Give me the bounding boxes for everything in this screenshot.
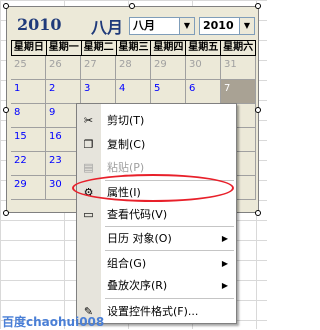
month-select-value: 八月	[133, 19, 155, 32]
chevron-down-icon[interactable]: ▼	[239, 18, 254, 34]
menu-item-label: 查看代码(V)	[107, 208, 168, 221]
weekday-header: 星期一	[47, 41, 82, 55]
calendar-day[interactable]: 25	[11, 56, 46, 80]
menu-item-label: 组合(G)	[107, 257, 147, 270]
calendar-day[interactable]: 4	[116, 80, 151, 104]
submenu-arrow-icon: ▶	[221, 234, 228, 243]
highlight-oval	[72, 174, 234, 202]
resize-handle[interactable]	[255, 210, 261, 216]
weekday-header: 星期二	[82, 41, 117, 55]
menu-item-cut[interactable]: ✂ 剪切(T)	[77, 111, 236, 131]
menu-item-label: 剪切(T)	[107, 114, 145, 127]
calendar-day[interactable]: 8	[11, 104, 46, 128]
calendar-day[interactable]: 15	[11, 128, 46, 152]
paste-icon: ▤	[83, 161, 94, 174]
resize-handle[interactable]	[255, 3, 261, 9]
calendar-day[interactable]: 2	[46, 80, 81, 104]
chevron-down-icon[interactable]: ▼	[179, 18, 194, 34]
watermark-text: 百度chaohui008	[2, 315, 105, 329]
calendar-day[interactable]: 3	[81, 80, 116, 104]
calendar-day[interactable]: 30	[186, 56, 221, 80]
weekday-header: 星期五	[186, 41, 222, 55]
view-code-icon: ▭	[83, 208, 94, 221]
menu-separator	[105, 250, 234, 251]
calendar-day-selected[interactable]: 7	[221, 80, 256, 104]
submenu-arrow-icon: ▶	[221, 259, 228, 268]
resize-handle[interactable]	[3, 210, 9, 216]
year-select-value: 2010	[203, 19, 234, 32]
calendar-day[interactable]: 26	[46, 56, 81, 80]
weekday-header: 星期六	[223, 42, 254, 53]
calendar-week: 25 26 27 28 29 30 31	[11, 56, 256, 80]
copy-icon: ❐	[83, 138, 94, 151]
weekday-header-row: 星期日 星期一 星期二 星期三 星期四 星期五 星期六	[11, 40, 256, 56]
resize-handle[interactable]	[129, 3, 135, 9]
menu-item-label: 叠放次序(R)	[107, 279, 168, 292]
menu-item-label: 日历 对象(O)	[107, 232, 172, 245]
resize-handle[interactable]	[3, 107, 9, 113]
menu-item-copy[interactable]: ❐ 复制(C)	[77, 135, 236, 155]
scissors-icon: ✂	[83, 114, 94, 127]
resize-handle[interactable]	[255, 107, 261, 113]
menu-item-label: 复制(C)	[107, 138, 146, 151]
calendar-day[interactable]: 29	[151, 56, 186, 80]
menu-item-calendar-object[interactable]: 日历 对象(O) ▶	[77, 229, 236, 249]
menu-item-view-code[interactable]: ▭ 查看代码(V)	[77, 205, 236, 225]
weekday-header: 星期日	[12, 41, 47, 55]
calendar-year-title: 2010	[17, 15, 62, 34]
weekday-header: 星期三	[117, 41, 152, 55]
calendar-day[interactable]: 6	[186, 80, 221, 104]
calendar-day[interactable]: 5	[151, 80, 186, 104]
menu-item-order[interactable]: 叠放次序(R) ▶	[77, 276, 236, 296]
calendar-day[interactable]: 28	[116, 56, 151, 80]
month-select[interactable]: 八月 ▼	[129, 17, 195, 35]
resize-handle[interactable]	[3, 3, 9, 9]
menu-separator	[105, 298, 234, 299]
submenu-arrow-icon: ▶	[221, 281, 228, 290]
calendar-day[interactable]: 1	[11, 80, 46, 104]
menu-item-label: 设置控件格式(F)...	[107, 305, 199, 318]
calendar-day[interactable]: 22	[11, 152, 46, 176]
calendar-day[interactable]: 31	[221, 56, 256, 80]
calendar-header: 2010 八月 八月 ▼ 2010 ▼	[11, 13, 255, 37]
weekday-header: 星期四	[151, 41, 187, 55]
year-select[interactable]: 2010 ▼	[199, 17, 255, 35]
menu-item-group[interactable]: 组合(G) ▶	[77, 254, 236, 274]
menu-separator	[105, 226, 234, 227]
calendar-day[interactable]: 29	[11, 176, 46, 200]
context-menu: ✂ 剪切(T) ❐ 复制(C) ▤ 粘贴(P) ⚙ 属性(I) ▭ 查看代码(V…	[76, 103, 237, 324]
calendar-day[interactable]: 27	[81, 56, 116, 80]
calendar-week: 1 2 3 4 5 6 7	[11, 80, 256, 104]
calendar-month-title: 八月	[91, 18, 124, 37]
